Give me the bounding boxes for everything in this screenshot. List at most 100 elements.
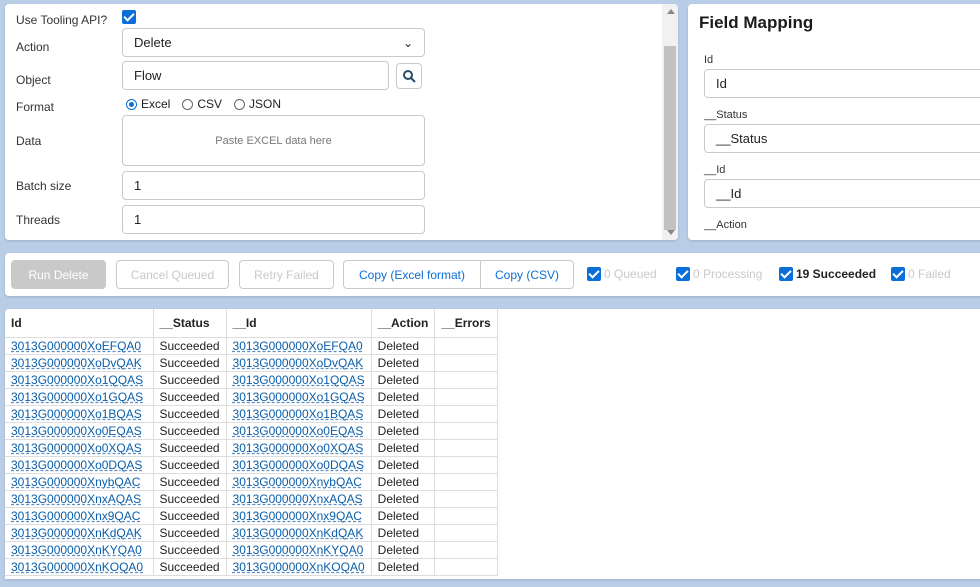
cell-id2[interactable]: 3013G000000Xo0EQAS bbox=[226, 422, 372, 440]
cell-id[interactable]: 3013G000000Xo1BQAS bbox=[5, 405, 154, 423]
use-tooling-checkbox[interactable] bbox=[122, 10, 136, 24]
object-value: Flow bbox=[134, 68, 162, 83]
cell-id[interactable]: 3013G000000Xnx9QAC bbox=[5, 507, 154, 525]
cell-id[interactable]: 3013G000000Xo0DQAS bbox=[5, 456, 154, 474]
format-csv-radio[interactable]: CSV bbox=[182, 97, 222, 111]
cell-status: Succeeded bbox=[153, 490, 227, 508]
copy-csv-button[interactable]: Copy (CSV) bbox=[480, 260, 574, 289]
cell-errors bbox=[434, 541, 498, 559]
cell-id2[interactable]: 3013G000000Xo0XQAS bbox=[226, 439, 372, 457]
copy-excel-button[interactable]: Copy (Excel format) bbox=[343, 260, 481, 289]
cell-id[interactable]: 3013G000000Xo1QQAS bbox=[5, 371, 154, 389]
processing-filter[interactable]: 0 Processing bbox=[676, 267, 762, 281]
checkbox-checked-icon bbox=[676, 267, 690, 281]
cell-errors bbox=[434, 507, 498, 525]
scroll-down-icon[interactable] bbox=[667, 230, 675, 235]
mapping-input-id[interactable]: Id bbox=[704, 69, 980, 98]
cell-status: Succeeded bbox=[153, 456, 227, 474]
cell-action: Deleted bbox=[371, 456, 436, 474]
cell-id[interactable]: 3013G000000XoEFQA0 bbox=[5, 337, 154, 355]
retry-failed-button[interactable]: Retry Failed bbox=[239, 260, 334, 289]
cell-id[interactable]: 3013G000000XnxAQAS bbox=[5, 490, 154, 508]
table-row: 3013G000000XnKdQAK Succeeded 3013G000000Xn… bbox=[5, 524, 498, 542]
cell-errors bbox=[434, 422, 498, 440]
action-select[interactable]: Delete ⌄ bbox=[122, 28, 425, 57]
data-textarea[interactable]: Paste EXCEL data here bbox=[122, 115, 425, 166]
threads-label: Threads bbox=[16, 213, 61, 227]
cancel-queued-button[interactable]: Cancel Queued bbox=[116, 260, 229, 289]
scrollbar-thumb[interactable] bbox=[664, 46, 676, 230]
cell-id2[interactable]: 3013G000000XnKYQA0 bbox=[226, 541, 372, 559]
format-excel-radio[interactable]: Excel bbox=[126, 97, 170, 111]
cell-id2[interactable]: 3013G000000XnKOQA0 bbox=[226, 558, 372, 576]
cell-status: Succeeded bbox=[153, 405, 227, 423]
format-json-radio[interactable]: JSON bbox=[234, 97, 281, 111]
checkbox-checked-icon bbox=[779, 267, 793, 281]
cell-id[interactable]: 3013G000000XoDvQAK bbox=[5, 354, 154, 372]
data-label: Data bbox=[16, 134, 42, 148]
run-delete-button[interactable]: Run Delete bbox=[11, 260, 106, 289]
search-icon bbox=[403, 70, 416, 83]
cell-errors bbox=[434, 388, 498, 406]
cell-id[interactable]: 3013G000000XnKdQAK bbox=[5, 524, 154, 542]
cell-action: Deleted bbox=[371, 388, 436, 406]
object-search-button[interactable] bbox=[396, 63, 422, 89]
cell-status: Succeeded bbox=[153, 422, 227, 440]
cell-id[interactable]: 3013G000000Xo0EQAS bbox=[5, 422, 154, 440]
mapping-input-status[interactable]: __Status bbox=[704, 124, 980, 153]
column-header-errors[interactable]: __Errors bbox=[434, 309, 498, 338]
column-header-action[interactable]: __Action bbox=[371, 309, 436, 338]
scrollbar[interactable] bbox=[662, 4, 678, 240]
format-radio-group: Excel CSV JSON bbox=[126, 97, 293, 111]
cell-status: Succeeded bbox=[153, 388, 227, 406]
radio-icon bbox=[234, 98, 246, 110]
cell-status: Succeeded bbox=[153, 473, 227, 491]
action-toolbar: Run Delete Cancel Queued Retry Failed Co… bbox=[5, 253, 980, 296]
scroll-up-icon[interactable] bbox=[667, 9, 675, 14]
threads-input[interactable]: 1 bbox=[122, 205, 425, 234]
cell-id2[interactable]: 3013G000000Xo0DQAS bbox=[226, 456, 372, 474]
cell-id[interactable]: 3013G000000Xo1GQAS bbox=[5, 388, 154, 406]
cell-action: Deleted bbox=[371, 371, 436, 389]
results-table: Id __Status __Id __Action __Errors 3013G… bbox=[5, 309, 498, 576]
results-panel: Id __Status __Id __Action __Errors 3013G… bbox=[5, 309, 980, 579]
batch-size-label: Batch size bbox=[16, 179, 72, 193]
cell-id2[interactable]: 3013G000000XnKdQAK bbox=[226, 524, 372, 542]
cell-id2[interactable]: 3013G000000XnybQAC bbox=[226, 473, 372, 491]
failed-filter[interactable]: 0 Failed bbox=[891, 267, 951, 281]
cell-id[interactable]: 3013G000000XnKOQA0 bbox=[5, 558, 154, 576]
cell-action: Deleted bbox=[371, 541, 436, 559]
cell-id[interactable]: 3013G000000Xo0XQAS bbox=[5, 439, 154, 457]
column-header-id2[interactable]: __Id bbox=[226, 309, 372, 338]
chevron-down-icon: ⌄ bbox=[402, 35, 413, 50]
table-row: 3013G000000Xo0XQAS Succeeded 3013G000000Xo… bbox=[5, 439, 498, 457]
data-placeholder: Paste EXCEL data here bbox=[215, 134, 332, 147]
column-header-status[interactable]: __Status bbox=[153, 309, 227, 338]
cell-id2[interactable]: 3013G000000Xo1GQAS bbox=[226, 388, 372, 406]
mapping-input-id2[interactable]: __Id bbox=[704, 179, 980, 208]
use-tooling-label: Use Tooling API? bbox=[16, 13, 108, 27]
cell-id[interactable]: 3013G000000XnKYQA0 bbox=[5, 541, 154, 559]
batch-size-input[interactable]: 1 bbox=[122, 171, 425, 200]
cell-id2[interactable]: 3013G000000Xo1QQAS bbox=[226, 371, 372, 389]
cell-status: Succeeded bbox=[153, 558, 227, 576]
succeeded-filter[interactable]: 19 Succeeded bbox=[779, 267, 876, 281]
column-header-id[interactable]: Id bbox=[5, 309, 154, 338]
cell-errors bbox=[434, 473, 498, 491]
cell-id2[interactable]: 3013G000000XoEFQA0 bbox=[226, 337, 372, 355]
cell-id2[interactable]: 3013G000000Xo1BQAS bbox=[226, 405, 372, 423]
cell-id2[interactable]: 3013G000000Xnx9QAC bbox=[226, 507, 372, 525]
cell-errors bbox=[434, 524, 498, 542]
queued-filter[interactable]: 0 Queued bbox=[587, 267, 657, 281]
cell-id2[interactable]: 3013G000000XnxAQAS bbox=[226, 490, 372, 508]
cell-action: Deleted bbox=[371, 524, 436, 542]
cell-action: Deleted bbox=[371, 507, 436, 525]
cell-id[interactable]: 3013G000000XnybQAC bbox=[5, 473, 154, 491]
object-input[interactable]: Flow bbox=[122, 61, 389, 90]
cell-action: Deleted bbox=[371, 558, 436, 576]
cell-status: Succeeded bbox=[153, 524, 227, 542]
cell-errors bbox=[434, 558, 498, 576]
cell-status: Succeeded bbox=[153, 541, 227, 559]
cell-action: Deleted bbox=[371, 490, 436, 508]
cell-id2[interactable]: 3013G000000XoDvQAK bbox=[226, 354, 372, 372]
